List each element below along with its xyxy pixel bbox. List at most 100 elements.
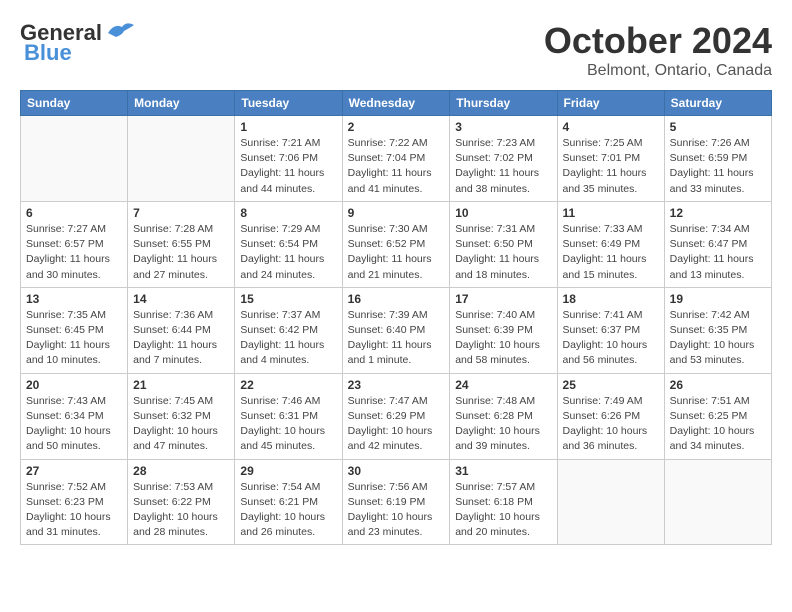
- day-number: 8: [240, 206, 336, 220]
- day-number: 14: [133, 292, 229, 306]
- day-info: Sunrise: 7:51 AMSunset: 6:25 PMDaylight:…: [670, 394, 766, 455]
- table-row: 1 Sunrise: 7:21 AMSunset: 7:06 PMDaylight…: [235, 116, 342, 202]
- day-info: Sunrise: 7:34 AMSunset: 6:47 PMDaylight:…: [670, 222, 766, 283]
- day-number: 4: [563, 120, 659, 134]
- table-row: 29 Sunrise: 7:54 AMSunset: 6:21 PMDayligh…: [235, 459, 342, 545]
- day-number: 18: [563, 292, 659, 306]
- table-row: 16Sunrise: 7:39 AMSunset: 6:40 PMDayligh…: [342, 287, 450, 373]
- day-info: Sunrise: 7:46 AMSunset: 6:31 PMDaylight:…: [240, 394, 336, 455]
- day-info: Sunrise: 7:37 AMSunset: 6:42 PMDaylight:…: [240, 308, 336, 369]
- logo: General Blue: [20, 20, 136, 66]
- col-monday: Monday: [128, 91, 235, 116]
- day-number: 12: [670, 206, 766, 220]
- day-info: Sunrise: 7:40 AMSunset: 6:39 PMDaylight:…: [455, 308, 551, 369]
- table-row: 22 Sunrise: 7:46 AMSunset: 6:31 PMDayligh…: [235, 373, 342, 459]
- table-row: 28 Sunrise: 7:53 AMSunset: 6:22 PMDayligh…: [128, 459, 235, 545]
- table-row: 11Sunrise: 7:33 AMSunset: 6:49 PMDayligh…: [557, 201, 664, 287]
- day-info: Sunrise: 7:23 AMSunset: 7:02 PMDaylight:…: [455, 136, 551, 197]
- calendar-week-row: 20 Sunrise: 7:43 AMSunset: 6:34 PMDayligh…: [21, 373, 772, 459]
- table-row: 15 Sunrise: 7:37 AMSunset: 6:42 PMDayligh…: [235, 287, 342, 373]
- day-number: 25: [563, 378, 659, 392]
- table-row: 6Sunrise: 7:27 AMSunset: 6:57 PMDaylight…: [21, 201, 128, 287]
- day-number: 3: [455, 120, 551, 134]
- table-row: 14 Sunrise: 7:36 AMSunset: 6:44 PMDayligh…: [128, 287, 235, 373]
- calendar-week-row: 27 Sunrise: 7:52 AMSunset: 6:23 PMDayligh…: [21, 459, 772, 545]
- day-number: 9: [348, 206, 445, 220]
- table-row: 7 Sunrise: 7:28 AMSunset: 6:55 PMDaylight…: [128, 201, 235, 287]
- day-number: 27: [26, 464, 122, 478]
- table-row: 24Sunrise: 7:48 AMSunset: 6:28 PMDayligh…: [450, 373, 557, 459]
- location: Belmont, Ontario, Canada: [544, 62, 772, 80]
- table-row: 30Sunrise: 7:56 AMSunset: 6:19 PMDayligh…: [342, 459, 450, 545]
- table-row: 23 Sunrise: 7:47 AMSunset: 6:29 PMDayligh…: [342, 373, 450, 459]
- day-info: Sunrise: 7:29 AMSunset: 6:54 PMDaylight:…: [240, 222, 336, 283]
- table-row: 13 Sunrise: 7:35 AMSunset: 6:45 PMDayligh…: [21, 287, 128, 373]
- day-number: 30: [348, 464, 445, 478]
- day-number: 2: [348, 120, 445, 134]
- day-number: 19: [670, 292, 766, 306]
- day-info: Sunrise: 7:21 AMSunset: 7:06 PMDaylight:…: [240, 136, 336, 197]
- day-number: 15: [240, 292, 336, 306]
- day-number: 13: [26, 292, 122, 306]
- title-block: October 2024 Belmont, Ontario, Canada: [544, 20, 772, 80]
- table-row: 3 Sunrise: 7:23 AMSunset: 7:02 PMDaylight…: [450, 116, 557, 202]
- col-wednesday: Wednesday: [342, 91, 450, 116]
- day-number: 6: [26, 206, 122, 220]
- table-row: [21, 116, 128, 202]
- table-row: 2 Sunrise: 7:22 AMSunset: 7:04 PMDaylight…: [342, 116, 450, 202]
- col-thursday: Thursday: [450, 91, 557, 116]
- day-info: Sunrise: 7:36 AMSunset: 6:44 PMDaylight:…: [133, 308, 229, 369]
- logo-blue: Blue: [24, 40, 72, 66]
- day-info: Sunrise: 7:30 AMSunset: 6:52 PMDaylight:…: [348, 222, 445, 283]
- day-number: 7: [133, 206, 229, 220]
- day-info: Sunrise: 7:47 AMSunset: 6:29 PMDaylight:…: [348, 394, 445, 455]
- day-number: 10: [455, 206, 551, 220]
- day-number: 29: [240, 464, 336, 478]
- day-number: 23: [348, 378, 445, 392]
- col-tuesday: Tuesday: [235, 91, 342, 116]
- day-info: Sunrise: 7:41 AMSunset: 6:37 PMDaylight:…: [563, 308, 659, 369]
- day-number: 20: [26, 378, 122, 392]
- day-info: Sunrise: 7:25 AMSunset: 7:01 PMDaylight:…: [563, 136, 659, 197]
- day-info: Sunrise: 7:35 AMSunset: 6:45 PMDaylight:…: [26, 308, 122, 369]
- table-row: 27 Sunrise: 7:52 AMSunset: 6:23 PMDayligh…: [21, 459, 128, 545]
- table-row: [664, 459, 771, 545]
- day-number: 11: [563, 206, 659, 220]
- table-row: 4 Sunrise: 7:25 AMSunset: 7:01 PMDaylight…: [557, 116, 664, 202]
- day-info: Sunrise: 7:28 AMSunset: 6:55 PMDaylight:…: [133, 222, 229, 283]
- day-info: Sunrise: 7:22 AMSunset: 7:04 PMDaylight:…: [348, 136, 445, 197]
- day-info: Sunrise: 7:52 AMSunset: 6:23 PMDaylight:…: [26, 480, 122, 541]
- day-number: 26: [670, 378, 766, 392]
- day-info: Sunrise: 7:43 AMSunset: 6:34 PMDaylight:…: [26, 394, 122, 455]
- day-info: Sunrise: 7:42 AMSunset: 6:35 PMDaylight:…: [670, 308, 766, 369]
- day-number: 17: [455, 292, 551, 306]
- table-row: 8 Sunrise: 7:29 AMSunset: 6:54 PMDaylight…: [235, 201, 342, 287]
- day-info: Sunrise: 7:49 AMSunset: 6:26 PMDaylight:…: [563, 394, 659, 455]
- col-sunday: Sunday: [21, 91, 128, 116]
- table-row: 10 Sunrise: 7:31 AMSunset: 6:50 PMDayligh…: [450, 201, 557, 287]
- day-info: Sunrise: 7:45 AMSunset: 6:32 PMDaylight:…: [133, 394, 229, 455]
- day-info: Sunrise: 7:26 AMSunset: 6:59 PMDaylight:…: [670, 136, 766, 197]
- day-number: 31: [455, 464, 551, 478]
- day-info: Sunrise: 7:54 AMSunset: 6:21 PMDaylight:…: [240, 480, 336, 541]
- table-row: 21 Sunrise: 7:45 AMSunset: 6:32 PMDayligh…: [128, 373, 235, 459]
- day-number: 28: [133, 464, 229, 478]
- table-row: 31 Sunrise: 7:57 AMSunset: 6:18 PMDayligh…: [450, 459, 557, 545]
- col-saturday: Saturday: [664, 91, 771, 116]
- month-title: October 2024: [544, 20, 772, 62]
- table-row: [557, 459, 664, 545]
- day-number: 21: [133, 378, 229, 392]
- day-info: Sunrise: 7:31 AMSunset: 6:50 PMDaylight:…: [455, 222, 551, 283]
- table-row: 20 Sunrise: 7:43 AMSunset: 6:34 PMDayligh…: [21, 373, 128, 459]
- day-info: Sunrise: 7:39 AMSunset: 6:40 PMDaylight:…: [348, 308, 445, 369]
- table-row: 12 Sunrise: 7:34 AMSunset: 6:47 PMDayligh…: [664, 201, 771, 287]
- day-info: Sunrise: 7:57 AMSunset: 6:18 PMDaylight:…: [455, 480, 551, 541]
- table-row: [128, 116, 235, 202]
- logo-bird-icon: [104, 21, 136, 41]
- day-number: 22: [240, 378, 336, 392]
- day-number: 24: [455, 378, 551, 392]
- day-info: Sunrise: 7:53 AMSunset: 6:22 PMDaylight:…: [133, 480, 229, 541]
- table-row: 18 Sunrise: 7:41 AMSunset: 6:37 PMDayligh…: [557, 287, 664, 373]
- day-number: 1: [240, 120, 336, 134]
- calendar-week-row: 6Sunrise: 7:27 AMSunset: 6:57 PMDaylight…: [21, 201, 772, 287]
